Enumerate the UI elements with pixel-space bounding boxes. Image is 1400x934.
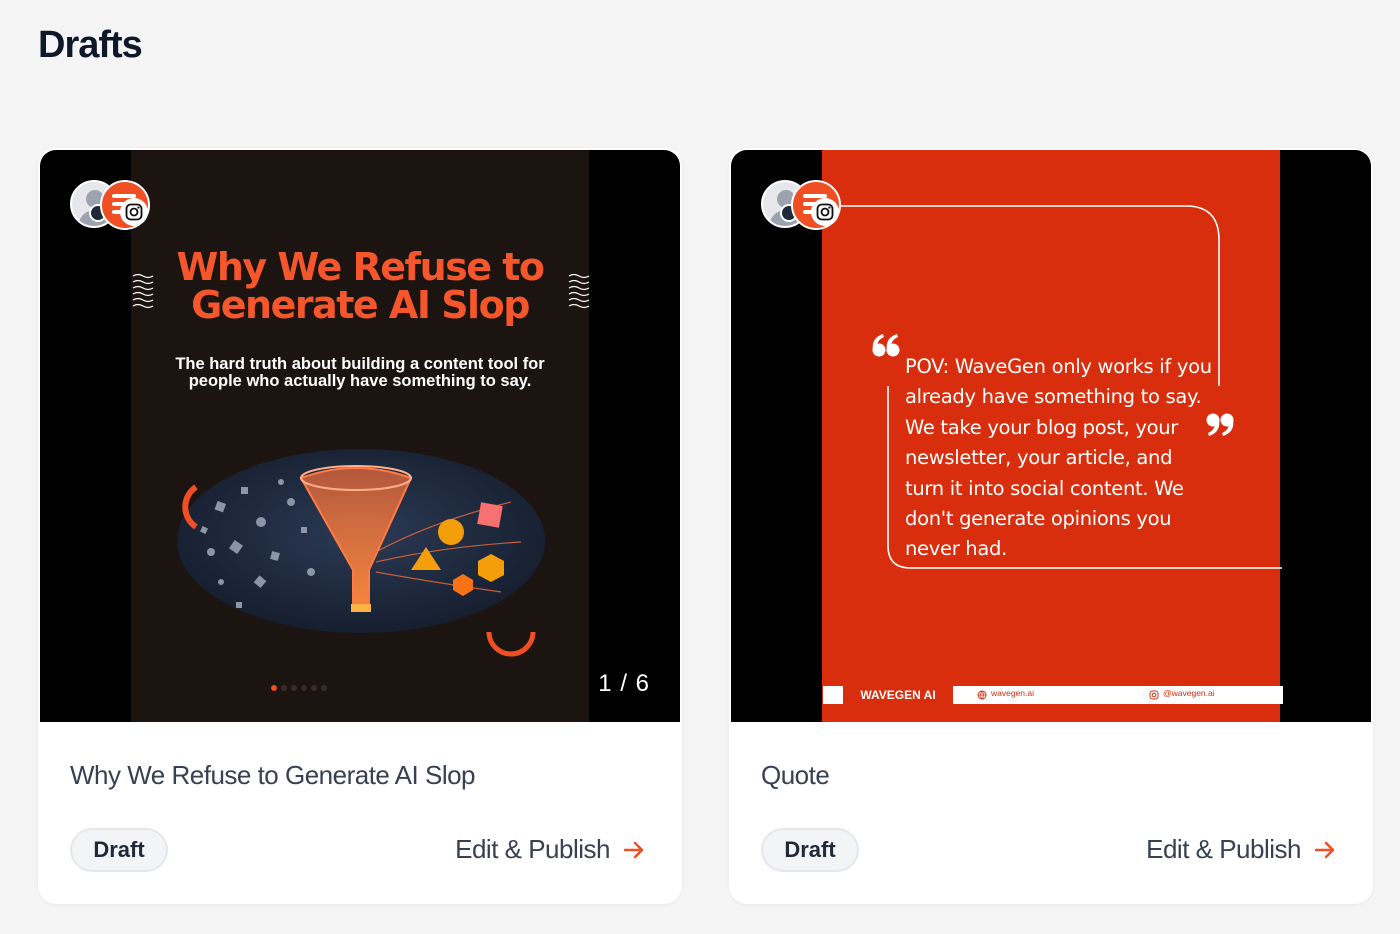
instagram-icon: [120, 198, 148, 226]
slide-brand: WAVEGEN AI: [843, 686, 953, 704]
status-badge: Draft: [70, 828, 168, 872]
slide-panel: Why We Refuse to Generate AI Slop The ha…: [131, 150, 590, 722]
edit-publish-link[interactable]: Edit & Publish: [455, 834, 646, 865]
edit-publish-label: Edit & Publish: [455, 834, 610, 864]
draft-title: Why We Refuse to Generate AI Slop: [70, 760, 476, 790]
edit-publish-link[interactable]: Edit & Publish: [1146, 834, 1337, 865]
slide-headline: Why We Refuse to Generate AI Slop: [176, 245, 545, 327]
draft-title: Quote: [761, 760, 830, 790]
arc-decoration-icon: [486, 631, 536, 657]
arrow-right-icon: [1314, 841, 1335, 858]
post-thumbnail[interactable]: POV: WaveGen only works if you already h…: [731, 150, 1371, 722]
arrow-right-icon: [623, 841, 644, 858]
slide-website: wavegen.ai: [991, 688, 1035, 698]
edit-publish-label: Edit & Publish: [1146, 834, 1301, 864]
account-avatars: [761, 180, 843, 230]
slide-footer: WAVEGEN AI wavegen.ai @wavegen.ai: [823, 686, 1283, 704]
globe-icon: [977, 690, 987, 700]
draft-card[interactable]: POV: WaveGen only works if you already h…: [729, 148, 1373, 904]
slide-counter: 1 / 6: [598, 670, 650, 697]
slide-subtitle: The hard truth about building a content …: [175, 355, 545, 390]
slide-quote: POV: WaveGen only works if you already h…: [905, 355, 1212, 561]
post-thumbnail[interactable]: Why We Refuse to Generate AI Slop The ha…: [40, 150, 680, 722]
account-avatars: [70, 180, 152, 230]
draft-card[interactable]: Why We Refuse to Generate AI Slop The ha…: [38, 148, 682, 904]
status-badge: Draft: [761, 828, 859, 872]
page-title: Drafts: [38, 24, 143, 66]
slide-handle: @wavegen.ai: [1163, 688, 1215, 698]
instagram-icon: [1149, 690, 1159, 700]
instagram-icon: [811, 198, 839, 226]
slide-dots: [271, 678, 331, 696]
